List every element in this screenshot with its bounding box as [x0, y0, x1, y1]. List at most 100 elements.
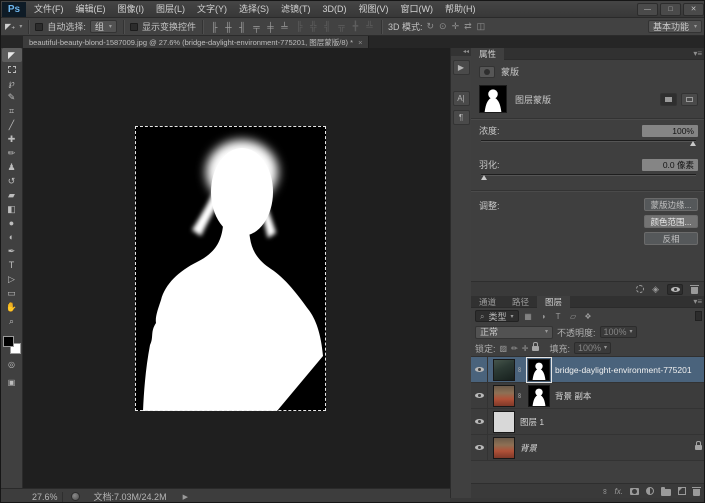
menu-filter[interactable]: 滤镜(T) [275, 1, 317, 17]
type-tool[interactable]: T [2, 258, 22, 272]
vector-mask-button[interactable] [681, 93, 698, 106]
align-bottom-icon[interactable]: ╧ [279, 22, 290, 32]
align-center-icon[interactable]: ╫ [223, 22, 234, 32]
menu-layer[interactable]: 图层(L) [150, 1, 191, 17]
layer-row-background[interactable]: 背景 [471, 435, 705, 461]
density-value-field[interactable]: 100% [642, 125, 698, 137]
3d-rotate-icon[interactable]: ↻ [426, 21, 434, 32]
canvas-area[interactable] [23, 48, 450, 488]
visibility-toggle[interactable] [471, 409, 488, 434]
menu-type[interactable]: 文字(Y) [191, 1, 233, 17]
filter-toggle-switch[interactable] [695, 311, 702, 321]
fill-field[interactable]: 100% ▾ [574, 342, 611, 354]
clone-stamp-tool[interactable]: ♟ [2, 160, 22, 174]
new-group-icon[interactable] [661, 489, 671, 496]
menu-help[interactable]: 帮助(H) [439, 1, 482, 17]
status-options-arrow-icon[interactable]: ▶ [183, 493, 188, 501]
color-range-button[interactable]: 颜色范围... [644, 215, 698, 228]
lock-position-icon[interactable]: ✛ [522, 344, 529, 353]
brush-tool[interactable]: ✏ [2, 146, 22, 160]
density-slider[interactable] [481, 140, 696, 146]
layer-name[interactable]: bridge-daylight-environment-775201 [555, 365, 692, 375]
apply-mask-icon[interactable]: ◈ [652, 284, 659, 294]
layer-row-bridge[interactable]: ∞ bridge-daylight-environment-775201 [471, 357, 705, 383]
hand-tool[interactable]: ✋ [2, 300, 22, 314]
load-selection-from-mask-icon[interactable] [636, 285, 644, 293]
layer-thumbnail[interactable] [493, 411, 515, 433]
menu-image[interactable]: 图像(I) [112, 1, 151, 17]
3d-slide-icon[interactable]: ⇄ [464, 21, 472, 32]
align-left-icon[interactable]: ╟ [209, 22, 220, 32]
menu-select[interactable]: 选择(S) [233, 1, 275, 17]
add-layer-mask-icon[interactable] [630, 488, 639, 495]
distribute-right-icon[interactable]: ╩ [364, 21, 375, 32]
foreground-color-swatch[interactable] [3, 336, 14, 347]
layer-name[interactable]: 图层 1 [520, 416, 544, 428]
expand-panels-icon[interactable]: ◂◂ [451, 48, 471, 56]
mask-edge-button[interactable]: 蒙版边缘... [644, 198, 698, 211]
dodge-tool[interactable]: ◐ [2, 230, 22, 244]
distribute-top-icon[interactable]: ╠ [294, 21, 305, 32]
align-right-icon[interactable]: ╢ [237, 22, 248, 32]
filter-pixel-layers-icon[interactable]: ▦ [523, 312, 534, 321]
layer-style-icon[interactable] [615, 486, 623, 496]
mask-thumbnail[interactable] [479, 85, 507, 113]
minimize-button[interactable]: — [637, 3, 658, 16]
marquee-tool[interactable] [2, 62, 22, 76]
zoom-level-field[interactable]: 27.6% [28, 492, 63, 502]
lock-all-icon[interactable] [532, 346, 539, 351]
quick-select-tool[interactable]: ✎ [2, 90, 22, 104]
visibility-toggle[interactable] [471, 383, 488, 408]
pixel-mask-button[interactable] [660, 93, 677, 106]
feather-slider-handle[interactable] [481, 175, 487, 180]
adjustment-layer-icon[interactable] [646, 487, 654, 495]
link-layers-icon[interactable]: ∞ [600, 488, 609, 494]
layer-row-layer1[interactable]: 图层 1 [471, 409, 705, 435]
delete-layer-icon[interactable] [693, 489, 700, 496]
layer-row-background-copy[interactable]: ∞ 背景 副本 [471, 383, 705, 409]
close-button[interactable]: ✕ [683, 3, 704, 16]
lock-pixels-icon[interactable]: ✏ [511, 344, 518, 353]
distribute-middle-icon[interactable]: ╬ [308, 21, 319, 32]
3d-scale-icon[interactable]: ◫ [477, 21, 486, 32]
path-select-tool[interactable]: ▷ [2, 272, 22, 286]
visibility-toggle[interactable] [471, 357, 488, 382]
tool-preset-caret-icon[interactable]: ▾ [19, 23, 22, 30]
distribute-left-icon[interactable]: ╦ [336, 21, 347, 32]
filter-type-layers-icon[interactable]: T [553, 312, 564, 321]
tab-properties[interactable]: 属性 [471, 48, 504, 60]
lasso-tool[interactable]: ℘ [2, 76, 22, 90]
filter-type-dropdown[interactable]: 类型 ▾ [475, 310, 519, 322]
pen-tool[interactable]: ✒ [2, 244, 22, 258]
menu-3d[interactable]: 3D(D) [317, 1, 353, 17]
distribute-bottom-icon[interactable]: ╣ [322, 21, 333, 32]
3d-pan-icon[interactable]: ✛ [452, 21, 460, 32]
3d-roll-icon[interactable]: ⊙ [439, 21, 447, 32]
layer-thumbnail[interactable] [493, 385, 515, 407]
crop-tool[interactable]: ⌗ [2, 104, 22, 118]
healing-brush-tool[interactable]: ✚ [2, 132, 22, 146]
panel-menu-icon[interactable]: ▾≡ [693, 48, 705, 59]
auto-select-checkbox[interactable] [35, 23, 43, 31]
tab-channels[interactable]: 通道 [471, 296, 504, 308]
blur-tool[interactable]: ● [2, 216, 22, 230]
blend-mode-dropdown[interactable]: 正常 [475, 326, 553, 339]
layer-thumbnail[interactable] [493, 437, 515, 459]
distribute-center-icon[interactable]: ╋ [350, 21, 361, 32]
tab-paths[interactable]: 路径 [504, 296, 537, 308]
layer-thumbnail[interactable] [493, 359, 515, 381]
panel-menu-icon[interactable]: ▾≡ [693, 296, 705, 307]
density-slider-handle[interactable] [690, 141, 696, 146]
auto-select-dropdown[interactable]: 组 [90, 20, 117, 33]
visibility-toggle[interactable] [471, 435, 488, 460]
layer-mask-thumbnail[interactable] [528, 385, 550, 407]
feather-value-field[interactable]: 0.0 像素 [642, 159, 698, 171]
workspace-switcher[interactable]: 基本功能 [648, 20, 702, 33]
layer-name[interactable]: 背景 副本 [555, 390, 591, 402]
new-layer-icon[interactable] [678, 487, 686, 495]
tab-layers[interactable]: 图层 [537, 296, 570, 308]
menu-window[interactable]: 窗口(W) [395, 1, 440, 17]
align-top-icon[interactable]: ╤ [251, 22, 262, 32]
tab-close-icon[interactable]: × [358, 38, 362, 47]
gradient-tool[interactable]: ◧ [2, 202, 22, 216]
